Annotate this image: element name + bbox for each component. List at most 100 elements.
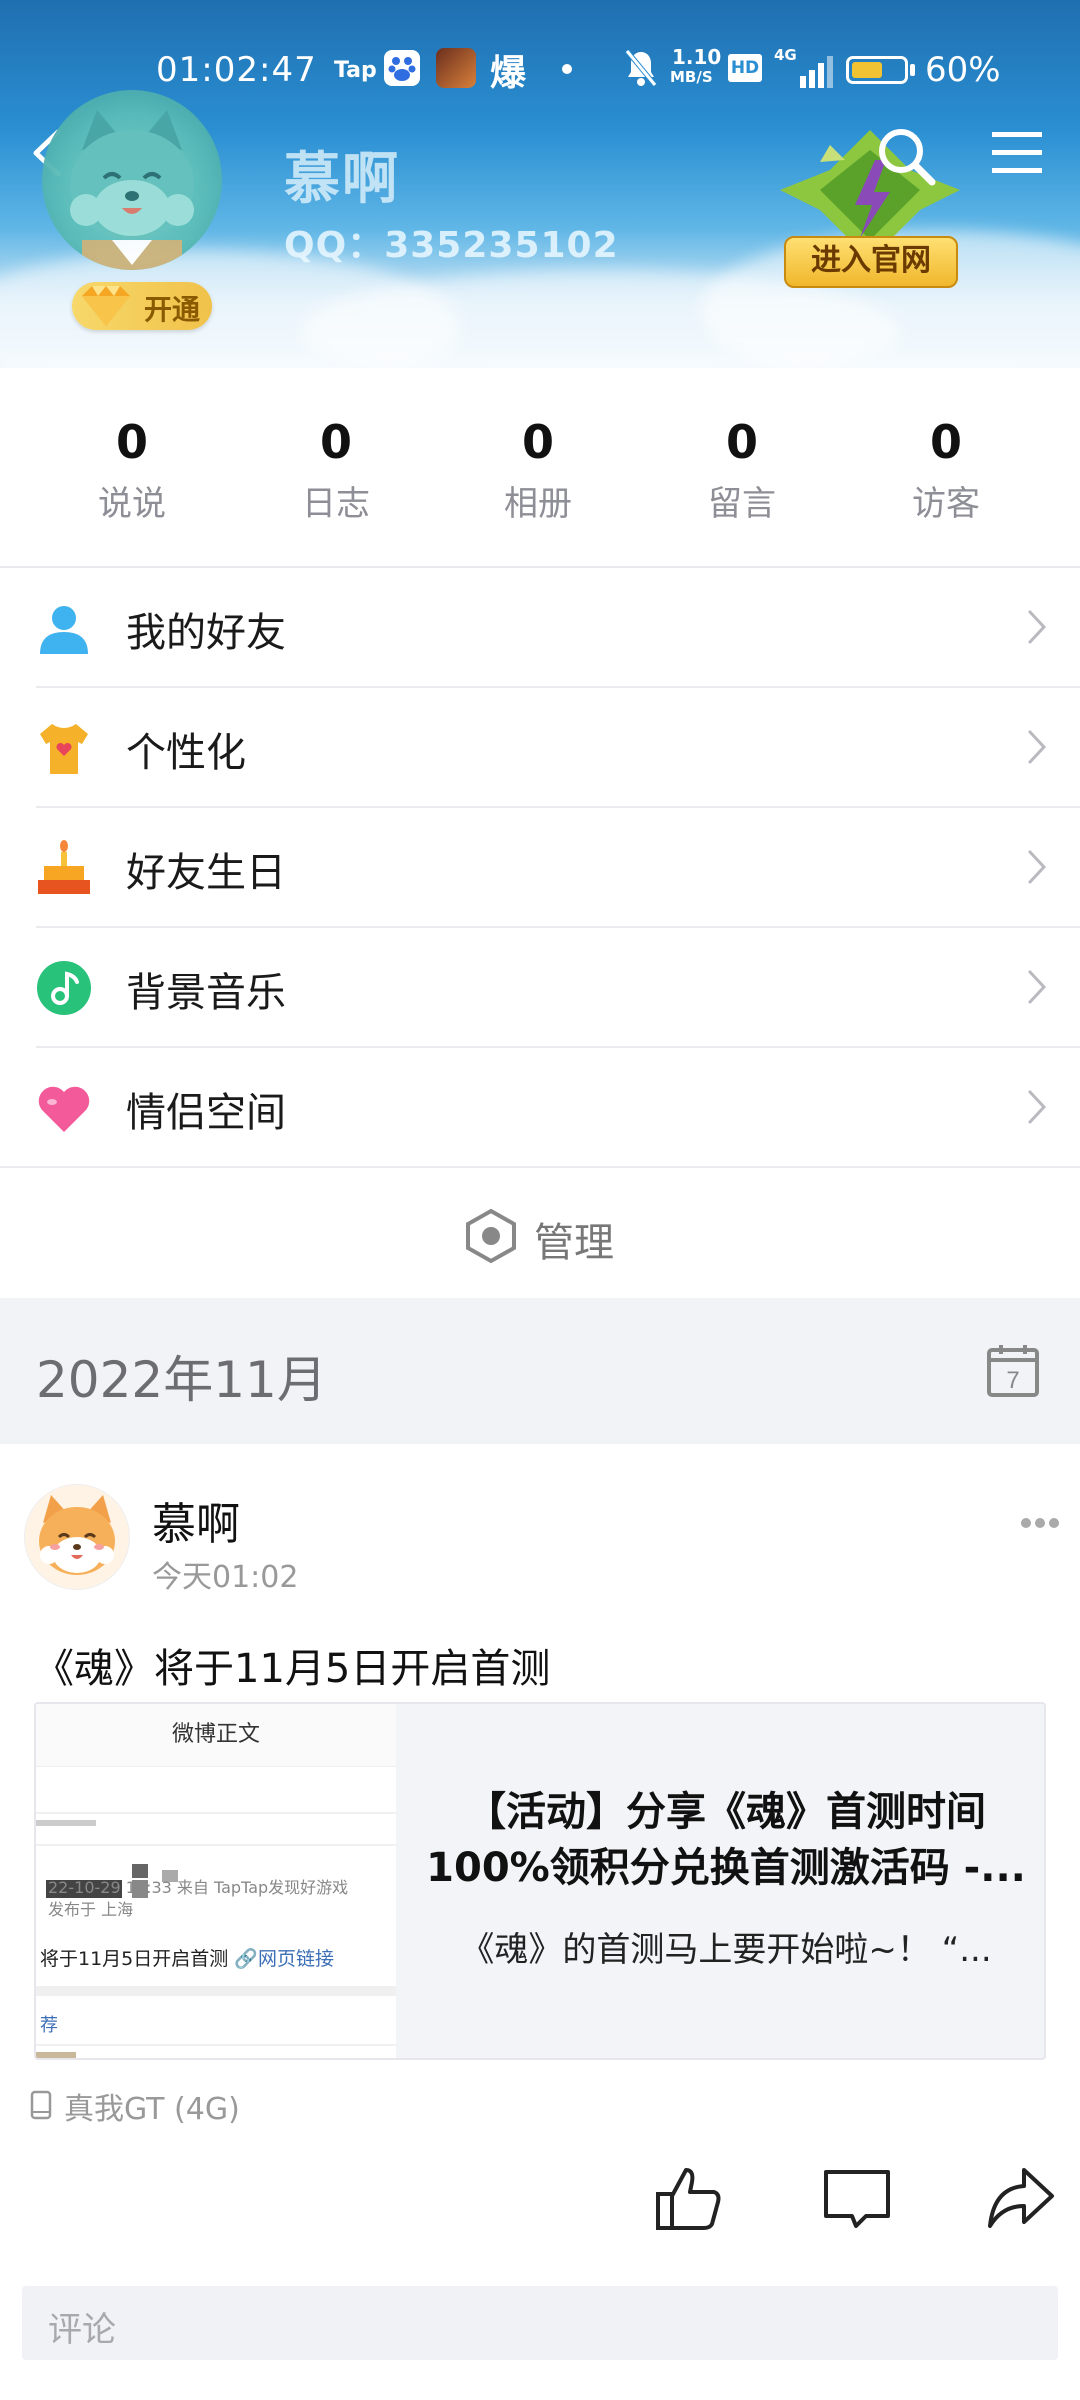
game-app-icon — [436, 48, 476, 88]
menu-item-music[interactable]: 背景音乐 — [36, 928, 1080, 1048]
stat-label: 留言 — [708, 484, 776, 524]
chevron-right-icon — [1028, 610, 1047, 644]
stat-messages[interactable]: 0 留言 — [662, 416, 822, 525]
avatar[interactable] — [42, 90, 222, 270]
menu-item-friends[interactable]: 我的好友 — [36, 568, 1080, 688]
stat-visitors[interactable]: 0 访客 — [866, 416, 1026, 525]
stat-label: 相册 — [504, 484, 572, 524]
month-header: 2022年11月 7 — [0, 1298, 1080, 1444]
stat-label: 日志 — [302, 484, 370, 524]
stat-count: 0 — [929, 415, 962, 469]
link-title: 【活动】分享《魂》首测时间100%领积分兑换首测激活码 -... — [426, 1789, 1026, 1891]
phone-icon — [30, 2090, 52, 2120]
thumb-body-text: 将于11月5日开启首测 — [40, 1948, 229, 1970]
menu-item-label: 个性化 — [126, 730, 246, 776]
cake-icon — [38, 840, 90, 894]
vip-open-badge[interactable]: 开通 — [72, 282, 212, 330]
chevron-right-icon — [1028, 850, 1047, 884]
net-speed: 1.10 — [672, 45, 722, 69]
stat-count: 0 — [725, 415, 758, 469]
heart-icon — [38, 1086, 90, 1132]
share-icon[interactable] — [986, 2164, 1056, 2234]
stat-count: 0 — [319, 415, 352, 469]
search-icon[interactable] — [874, 124, 938, 188]
taptap-icon: Tap — [334, 58, 377, 83]
device-name: 真我GT (4G) — [64, 2092, 240, 2127]
menu-item-birthdays[interactable]: 好友生日 — [36, 808, 1080, 928]
manage-button[interactable]: 管理 — [0, 1166, 1080, 1300]
divider — [36, 1812, 396, 1814]
thumb-meta: 22-10-29 10:33 来自 TapTap发现好游戏 — [48, 1878, 349, 1897]
chevron-right-icon — [1028, 1090, 1047, 1124]
comment-input[interactable]: 评论 — [22, 2286, 1058, 2360]
link-thumbnail: 微博正文 22-10-29 10:33 来自 TapTap发现好游戏 发布于 上… — [36, 1704, 396, 2058]
battery-cap — [910, 64, 915, 76]
tshirt-icon — [40, 724, 88, 774]
signal-icon — [776, 54, 836, 94]
battery-percent: 60% — [925, 50, 1001, 90]
status-time: 01:02:47 — [156, 50, 317, 90]
post-author[interactable]: 慕啊 — [152, 1488, 240, 1552]
stat-count: 0 — [521, 415, 554, 469]
month-label: 2022年11月 — [36, 1351, 327, 1409]
profile-name: 慕啊 — [284, 147, 400, 212]
divider — [36, 1844, 396, 1846]
chevron-right-icon — [1028, 970, 1047, 1004]
post-text: 《魂》将于11月5日开启首测 — [34, 1646, 551, 1692]
divider — [36, 1986, 396, 1996]
menu-item-couple-space[interactable]: 情侣空间 — [36, 1048, 1080, 1168]
stats-bar: 0 说说 0 日志 0 相册 0 留言 0 访客 — [0, 368, 1080, 568]
menu-item-label: 好友生日 — [126, 850, 286, 896]
stat-album[interactable]: 0 相册 — [458, 416, 618, 525]
menu-item-label: 背景音乐 — [126, 970, 286, 1016]
menu-item-label: 情侣空间 — [126, 1090, 286, 1136]
thumb-rec: 荐 — [40, 2015, 58, 2036]
music-icon — [37, 961, 91, 1015]
baidu-icon — [384, 50, 420, 86]
calendar-day: 7 — [1006, 1367, 1019, 1394]
battery-icon — [846, 56, 908, 84]
qq-number: QQ：335235102 — [284, 225, 619, 266]
divider — [36, 2044, 396, 2046]
friends-icon — [40, 606, 88, 654]
feed-post: 慕啊 今天01:02 《魂》将于11月5日开启首测 微博正文 22-10-29 … — [0, 1444, 1080, 2400]
status-bar: 01:02:47 Tap 爆 1.10 MB/S HD 4G 60% — [0, 44, 1080, 100]
hd-icon: HD — [728, 54, 762, 82]
menu-item-label: 我的好友 — [126, 610, 286, 656]
net-speed-unit: MB/S — [670, 68, 713, 86]
profile-header: 01:02:47 Tap 爆 1.10 MB/S HD 4G 60% 开通 慕啊… — [0, 0, 1080, 368]
calendar-icon[interactable]: 7 — [986, 1342, 1040, 1398]
diamond-icon — [82, 286, 130, 326]
shared-link-card[interactable]: 微博正文 22-10-29 10:33 来自 TapTap发现好游戏 发布于 上… — [34, 1702, 1046, 2060]
stat-label: 访客 — [912, 484, 980, 524]
official-site-button[interactable]: 进入官网 — [784, 236, 958, 288]
comment-placeholder: 评论 — [48, 2310, 116, 2350]
stat-shuoshuo[interactable]: 0 说说 — [52, 416, 212, 525]
post-time: 今天01:02 — [152, 1560, 299, 1595]
blurred-pixel — [36, 1820, 96, 1826]
menu-item-personalize[interactable]: 个性化 — [36, 688, 1080, 808]
link-description: 《魂》的首测马上要开始啦~！ “... — [460, 1930, 992, 1970]
stat-count: 0 — [115, 415, 148, 469]
manage-label: 管理 — [534, 1220, 614, 1266]
hot-app-icon: 爆 — [490, 53, 527, 94]
thumb-body: 将于11月5日开启首测 🔗网页链接 — [40, 1944, 334, 1971]
battery-level — [852, 62, 882, 78]
blurred-pixel — [36, 2052, 76, 2058]
mute-icon — [624, 48, 658, 92]
menu-icon[interactable] — [990, 128, 1044, 178]
dot-icon — [562, 64, 572, 74]
thumb-meta: 发布于 上海 — [48, 1900, 134, 1919]
hexagon-settings-icon — [466, 1208, 516, 1264]
post-avatar[interactable] — [24, 1484, 130, 1590]
like-icon[interactable] — [654, 2164, 724, 2234]
vip-label: 开通 — [144, 293, 201, 326]
more-options-icon[interactable] — [1020, 1516, 1060, 1530]
stat-diary[interactable]: 0 日志 — [256, 416, 416, 525]
thumb-header: 微博正文 — [36, 1704, 396, 1767]
comment-icon[interactable] — [822, 2164, 892, 2234]
chevron-right-icon — [1028, 730, 1047, 764]
thumb-link: 🔗网页链接 — [234, 1948, 334, 1970]
feature-menu: 我的好友 个性化 好友生日 背景音乐 情侣空间 — [0, 568, 1080, 1168]
stat-label: 说说 — [98, 484, 166, 524]
